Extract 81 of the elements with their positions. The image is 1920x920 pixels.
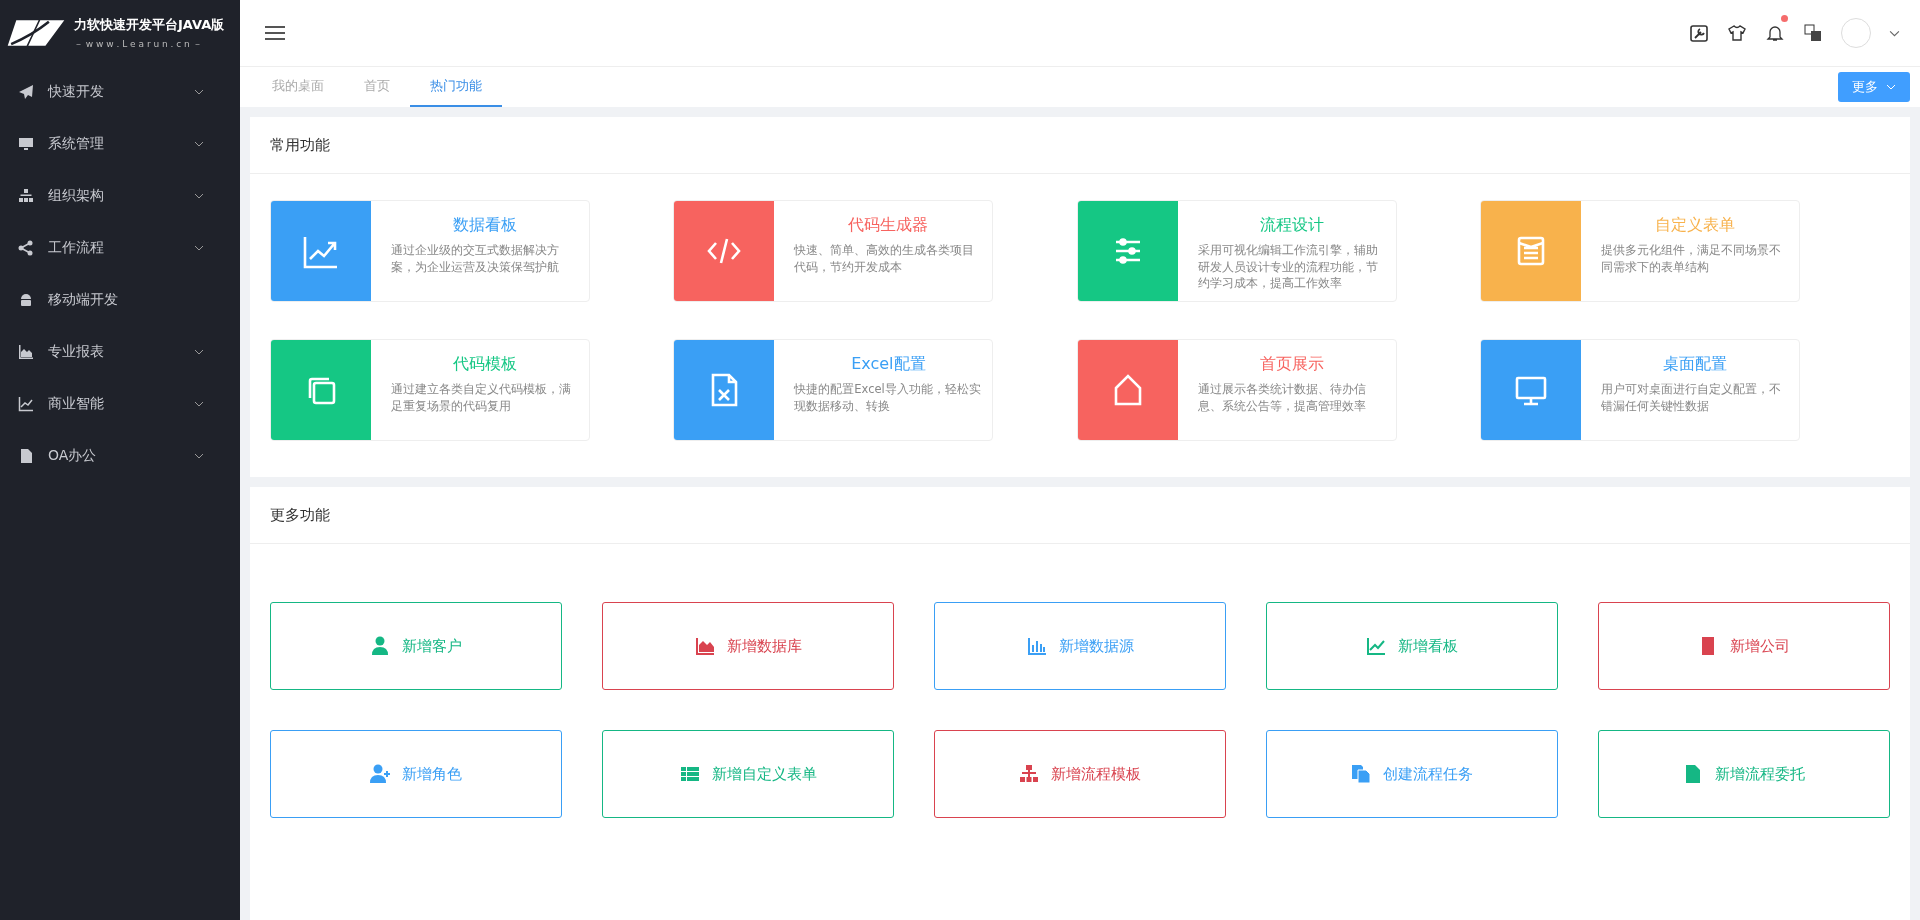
card-description: 采用可视化编辑工作流引擎，辅助研发人员设计专业的流程功能，节约学习成本，提高工作效率 [1197, 242, 1379, 292]
card-title: 数据看板 [452, 215, 518, 236]
useradd-icon [370, 764, 390, 784]
chevron-icon [1886, 84, 1896, 90]
feature-card[interactable]: 首页展示 通过展示各类统计数据、待办信息、系统公告等，提高管理效率 [1076, 339, 1397, 441]
brand-url: － w w w . L e a r u n . c n － [74, 37, 203, 51]
brand-title: 力软快速开发平台JAVA版 [74, 15, 225, 34]
quick-action-button[interactable]: 新增数据库 [602, 602, 894, 690]
card-description: 通过企业级的交互式数据解决方案，为企业运营及决策保驾护航 [391, 242, 560, 276]
plane-icon [18, 84, 34, 100]
quick-action-button[interactable]: 新增自定义表单 [602, 730, 894, 818]
files-icon [1351, 764, 1371, 784]
quick-action-button[interactable]: 新增看板 [1266, 602, 1558, 690]
sidebar-item[interactable]: 工作流程 [0, 222, 240, 274]
feature-card[interactable]: 桌面配置 用户可对桌面进行自定义配置，不错漏任何关键性数据 [1480, 339, 1800, 441]
share-icon [18, 240, 34, 256]
card-description: 用户可对桌面进行自定义配置，不错漏任何关键性数据 [1601, 381, 1782, 415]
card-title: 首页展示 [1258, 354, 1325, 375]
feature-card[interactable]: 自定义表单 提供多元化组件，满足不同场景不同需求下的表单结构 [1480, 200, 1800, 302]
feature-card[interactable]: Excel配置 快捷的配置Excel导入功能，轻松实现数据移动、转换 [673, 339, 994, 441]
file-icon [18, 448, 34, 464]
quick-action-button[interactable]: 新增数据源 [934, 602, 1226, 690]
org-icon [18, 188, 34, 204]
area-icon [694, 636, 715, 656]
sidebar-item[interactable]: 移动端开发 [0, 274, 240, 326]
section-title: 更多功能 [250, 487, 1910, 544]
feature-card[interactable]: 数据看板 通过企业级的交互式数据解决方案，为企业运营及决策保驾护航 [270, 200, 590, 302]
sidebar-label: 移动端开发 [48, 291, 119, 309]
feature-card[interactable]: 代码生成器 快速、简单、高效的生成各类项目代码，节约开发成本 [673, 200, 994, 302]
list-icon [679, 764, 700, 784]
area-icon [18, 344, 34, 360]
sidebar-item[interactable]: 系统管理 [0, 118, 240, 170]
tab[interactable]: 热门功能 [410, 67, 502, 107]
feature-card[interactable]: 代码模板 通过建立各类自定义代码模板，满足重复场景的代码复用 [270, 339, 590, 441]
monitor-icon [18, 136, 34, 152]
card-description: 通过建立各类自定义代码模板，满足重复场景的代码复用 [391, 381, 572, 415]
doc-icon [1683, 764, 1703, 784]
card-description: 提供多元化组件，满足不同场景不同需求下的表单结构 [1601, 242, 1782, 276]
card-title: 流程设计 [1258, 215, 1325, 236]
quick-action-button[interactable]: 新增流程委托 [1598, 730, 1890, 818]
sidebar-item[interactable]: 专业报表 [0, 326, 240, 378]
card-description: 通过展示各类统计数据、待办信息、系统公告等，提高管理效率 [1197, 381, 1367, 415]
sidebar-label: 商业智能 [48, 395, 105, 413]
card-title: 代码模板 [452, 354, 518, 375]
menu-icon[interactable] [265, 25, 285, 41]
sidebar-item[interactable]: 快速开发 [0, 66, 240, 118]
wrench-icon[interactable] [1689, 23, 1709, 43]
more-button[interactable]: 更多 [1838, 72, 1910, 102]
quick-action-button[interactable]: 新增公司 [1598, 602, 1890, 690]
bars-icon [1026, 636, 1047, 656]
user-icon [370, 636, 390, 656]
section-title: 常用功能 [250, 117, 1910, 174]
shirt-icon[interactable] [1727, 23, 1747, 43]
tab[interactable]: 首页 [344, 67, 410, 107]
tab[interactable]: 我的桌面 [252, 67, 344, 107]
line-icon [1366, 636, 1386, 656]
chevron-icon[interactable] [1889, 29, 1900, 37]
card-description: 快捷的配置Excel导入功能，轻松实现数据移动、转换 [794, 381, 982, 415]
sidebar-item[interactable]: 商业智能 [0, 378, 240, 430]
quick-action-button[interactable]: 新增角色 [270, 730, 562, 818]
card-title: 自定义表单 [1654, 215, 1736, 236]
card-title: 桌面配置 [1662, 354, 1728, 375]
quick-action-button[interactable]: 新增客户 [270, 602, 562, 690]
sidebar-label: 组织架构 [48, 187, 105, 205]
sidebar-item[interactable]: OA办公 [0, 430, 240, 482]
sidebar-label: 专业报表 [48, 343, 105, 361]
quick-action-button[interactable]: 新增流程模板 [934, 730, 1226, 818]
sidebar-label: 工作流程 [48, 239, 105, 257]
card-title: Excel配置 [850, 354, 927, 375]
logo-icon [6, 18, 66, 48]
sidebar-item[interactable]: 组织架构 [0, 170, 240, 222]
sidebar-label: 系统管理 [48, 135, 105, 153]
card-title: 代码生成器 [847, 215, 930, 236]
sidebar-label: OA办公 [48, 447, 98, 465]
sidebar-label: 快速开发 [48, 83, 105, 101]
card-description: 快速、简单、高效的生成各类项目代码，节约开发成本 [794, 242, 976, 276]
quick-action-button[interactable]: 创建流程任务 [1266, 730, 1558, 818]
bell-icon[interactable] [1765, 23, 1785, 43]
feature-card[interactable]: 流程设计 采用可视化编辑工作流引擎，辅助研发人员设计专业的流程功能，节约学习成本，提高工作效率 [1076, 200, 1397, 302]
line-icon [18, 396, 34, 412]
org-icon [1019, 764, 1039, 784]
